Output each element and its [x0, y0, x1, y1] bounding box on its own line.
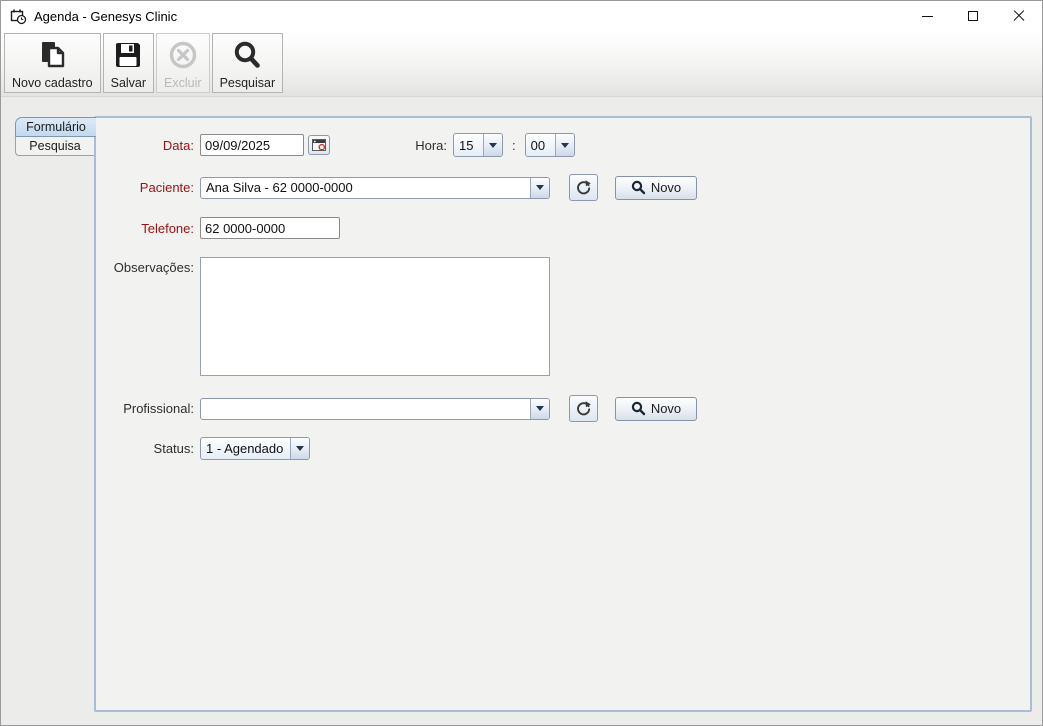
data-label: Data:: [102, 138, 194, 153]
hora-hour-value: 15: [454, 134, 483, 156]
profissional-combobox[interactable]: [200, 398, 550, 420]
excluir-button[interactable]: Excluir: [156, 33, 210, 93]
delete-circle-x-icon: [167, 37, 199, 73]
novo-cadastro-button[interactable]: Novo cadastro: [4, 33, 101, 93]
toolbar: Novo cadastro Salvar Excl: [1, 31, 1042, 97]
data-hora-row: Data: Hora: 15 : 00: [102, 133, 575, 157]
paciente-label: Paciente:: [102, 180, 194, 195]
salvar-button[interactable]: Salvar: [103, 33, 154, 93]
search-magnifier-icon: [631, 180, 646, 195]
status-value: 1 - Agendado: [201, 438, 290, 459]
calendar-clock-icon: [10, 8, 27, 25]
calendar-popup-icon: [312, 139, 326, 151]
chevron-down-icon[interactable]: [530, 178, 549, 198]
chevron-down-icon[interactable]: [530, 399, 549, 419]
toolbar-button-label: Excluir: [164, 76, 202, 90]
toolbar-button-label: Salvar: [111, 76, 146, 90]
status-combobox[interactable]: 1 - Agendado: [200, 437, 310, 460]
data-input[interactable]: [200, 134, 304, 156]
tab-pesquisa[interactable]: Pesquisa: [15, 137, 94, 156]
observacoes-label: Observações:: [102, 260, 194, 275]
refresh-circular-arrow-icon: [575, 400, 592, 417]
profissional-novo-button[interactable]: Novo: [615, 397, 697, 421]
telefone-row: Telefone:: [102, 217, 340, 239]
observacoes-textarea[interactable]: [200, 257, 550, 376]
refresh-circular-arrow-icon: [575, 179, 592, 196]
profissional-row: Profissional: Novo: [102, 395, 697, 422]
maximize-icon: [968, 11, 978, 21]
window-title: Agenda - Genesys Clinic: [34, 9, 177, 24]
paciente-combobox[interactable]: Ana Silva - 62 0000-0000: [200, 177, 550, 199]
tab-label: Formulário: [26, 120, 86, 134]
tab-formulario[interactable]: Formulário: [15, 117, 96, 137]
hora-hour-combobox[interactable]: 15: [453, 133, 503, 157]
minimize-button[interactable]: [904, 1, 950, 31]
paciente-value: Ana Silva - 62 0000-0000: [201, 178, 530, 198]
toolbar-button-label: Pesquisar: [220, 76, 276, 90]
status-label: Status:: [102, 441, 194, 456]
close-button[interactable]: [996, 1, 1042, 31]
new-record-icon: [35, 37, 69, 73]
titlebar: Agenda - Genesys Clinic: [1, 1, 1042, 31]
pesquisar-button[interactable]: Pesquisar: [212, 33, 284, 93]
date-picker-button[interactable]: [308, 135, 330, 155]
tab-label: Pesquisa: [29, 139, 80, 153]
observacoes-row: Observações:: [102, 257, 550, 376]
hora-label: Hora:: [375, 138, 447, 153]
novo-button-label: Novo: [651, 401, 681, 416]
main-content: Formulário Pesquisa Data: Hora:: [1, 98, 1042, 726]
hora-separator: :: [512, 138, 516, 153]
maximize-button[interactable]: [950, 1, 996, 31]
search-magnifier-icon: [631, 401, 646, 416]
paciente-row: Paciente: Ana Silva - 62 0000-0000: [102, 174, 697, 201]
window-controls: [904, 1, 1042, 31]
paciente-refresh-button[interactable]: [569, 174, 598, 201]
chevron-down-icon[interactable]: [290, 438, 309, 459]
form-panel: Data: Hora: 15 : 00: [94, 116, 1032, 712]
hora-minute-combobox[interactable]: 00: [525, 133, 575, 157]
search-magnifier-icon: [231, 37, 263, 73]
telefone-label: Telefone:: [102, 221, 194, 236]
chevron-down-icon[interactable]: [555, 134, 574, 156]
hora-minute-value: 00: [526, 134, 555, 156]
app-window: Agenda - Genesys Clinic Novo cadastro: [0, 0, 1043, 726]
profissional-value: [201, 399, 530, 419]
status-row: Status: 1 - Agendado: [102, 437, 310, 460]
toolbar-button-label: Novo cadastro: [12, 76, 93, 90]
chevron-down-icon[interactable]: [483, 134, 502, 156]
save-floppy-icon: [112, 37, 144, 73]
profissional-label: Profissional:: [102, 401, 194, 416]
telefone-input[interactable]: [200, 217, 340, 239]
minimize-icon: [922, 16, 933, 17]
profissional-refresh-button[interactable]: [569, 395, 598, 422]
close-icon: [1013, 10, 1025, 22]
paciente-novo-button[interactable]: Novo: [615, 176, 697, 200]
novo-button-label: Novo: [651, 180, 681, 195]
